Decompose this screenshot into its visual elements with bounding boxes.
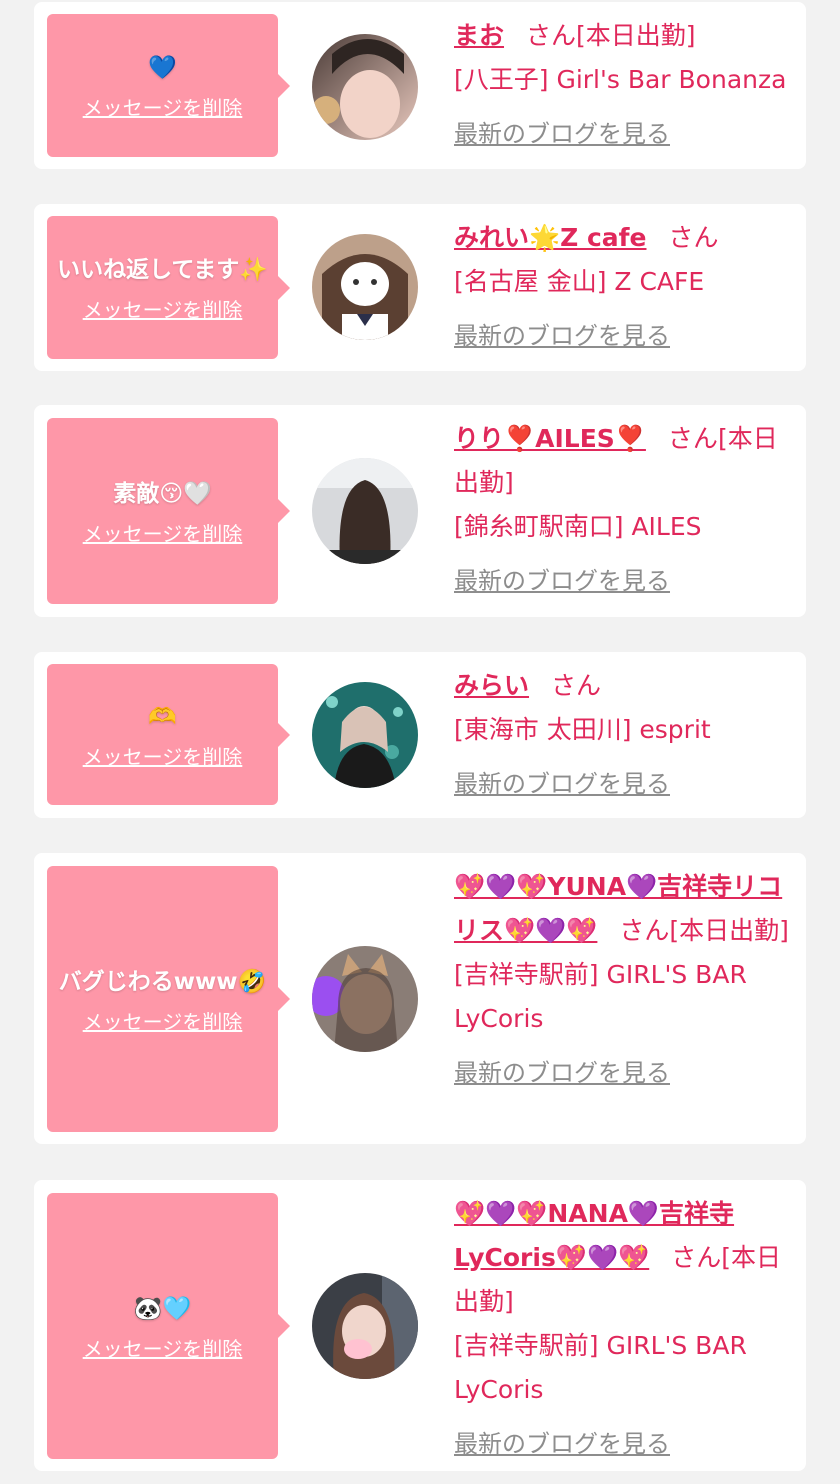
message-bubble: いいね返してます✨ メッセージを削除 [47,216,290,359]
cast-name-link[interactable]: みれい🌟Z cafe [454,223,646,252]
delete-message-link[interactable]: メッセージを削除 [83,518,243,547]
shop-name: [錦糸町駅南口] AILES [454,512,702,541]
message-text: 🐼🩵 [133,1295,192,1322]
latest-blog-link[interactable]: 最新のブログを見る [454,762,670,806]
cast-info: 💖💜💖YUNA💜吉祥寺リコリス💖💜💖 さん[本日出勤] [吉祥寺駅前] GIRL'… [454,865,794,1095]
message-card: 🫶 メッセージを削除 みらい さん [東海市 太田川] esprit 最新のブログ… [34,652,806,818]
honorific: さん [671,1243,722,1272]
cast-info: りり❣️AILES❣️ さん[本日出勤] [錦糸町駅南口] AILES 最新のブロ… [454,417,794,603]
message-text: 🫶 [148,704,177,730]
latest-blog-link[interactable]: 最新のブログを見る [454,314,670,358]
honorific: さん [526,21,577,50]
message-bubble: バグじわるwww🤣 メッセージを削除 [47,866,290,1132]
avatar[interactable] [312,458,418,564]
honorific: さん [551,671,602,700]
message-text: バグじわるwww🤣 [58,968,267,995]
avatar[interactable] [312,682,418,788]
delete-message-link[interactable]: メッセージを削除 [83,294,243,323]
shop-name: [東海市 太田川] esprit [454,715,711,744]
cast-name-link[interactable]: まお [454,21,504,50]
honorific: さん [668,223,719,252]
cast-info: 💖💜💖NANA💜吉祥寺LyCoris💖💜💖 さん[本日出勤] [吉祥寺駅前] GI… [454,1192,794,1466]
avatar[interactable] [312,34,418,140]
message-text: いいね返してます✨ [57,257,268,283]
cast-info: みらい さん [東海市 太田川] esprit 最新のブログを見る [454,664,794,806]
cast-name-link[interactable]: みらい [454,671,529,700]
latest-blog-link[interactable]: 最新のブログを見る [454,559,670,603]
delete-message-link[interactable]: メッセージを削除 [83,92,243,121]
message-text: 素敵😚🤍 [113,480,212,507]
delete-message-link[interactable]: メッセージを削除 [83,1006,243,1035]
cast-name-link[interactable]: りり❣️AILES❣️ [454,424,646,453]
latest-blog-link[interactable]: 最新のブログを見る [454,1051,670,1095]
message-card: バグじわるwww🤣 メッセージを削除 💖💜💖YUNA💜吉祥寺リコリス💖💜💖 さん[… [34,853,806,1144]
shop-name: [八王子] Girl's Bar Bonanza [454,65,787,94]
avatar[interactable] [312,1273,418,1379]
message-bubble: 💙 メッセージを削除 [47,14,290,157]
cast-info: まお さん[本日出勤] [八王子] Girl's Bar Bonanza 最新のブ… [454,14,794,156]
cast-info: みれい🌟Z cafe さん [名古屋 金山] Z CAFE 最新のブログを見る [454,216,794,358]
message-list: 💙 メッセージを削除 まお さん[本日出勤] [八王子] Girl's Bar B… [0,0,840,1484]
attendance-status: [本日出勤] [669,916,789,945]
honorific: さん [667,424,718,453]
message-card: 素敵😚🤍 メッセージを削除 りり❣️AILES❣️ さん[本日出勤] [錦糸町駅南… [34,405,806,617]
message-bubble: 🫶 メッセージを削除 [47,664,290,805]
delete-message-link[interactable]: メッセージを削除 [83,1333,243,1362]
shop-name: [名古屋 金山] Z CAFE [454,267,705,296]
latest-blog-link[interactable]: 最新のブログを見る [454,112,670,156]
avatar[interactable] [312,946,418,1052]
delete-message-link[interactable]: メッセージを削除 [83,741,243,770]
message-bubble: 🐼🩵 メッセージを削除 [47,1193,290,1459]
shop-name: [吉祥寺駅前] GIRL'S BAR LyCoris [454,1331,747,1404]
message-bubble: 素敵😚🤍 メッセージを削除 [47,418,290,604]
message-card: 🐼🩵 メッセージを削除 💖💜💖NANA💜吉祥寺LyCoris💖💜💖 さん[本日出勤… [34,1180,806,1471]
message-text: 💙 [148,55,177,81]
message-card: いいね返してます✨ メッセージを削除 みれい🌟Z cafe さん [名古屋 金山]… [34,204,806,371]
honorific: さん [619,916,670,945]
avatar[interactable] [312,234,418,340]
latest-blog-link[interactable]: 最新のブログを見る [454,1422,670,1466]
message-card: 💙 メッセージを削除 まお さん[本日出勤] [八王子] Girl's Bar B… [34,2,806,169]
shop-name: [吉祥寺駅前] GIRL'S BAR LyCoris [454,960,747,1033]
attendance-status: [本日出勤] [576,21,696,50]
